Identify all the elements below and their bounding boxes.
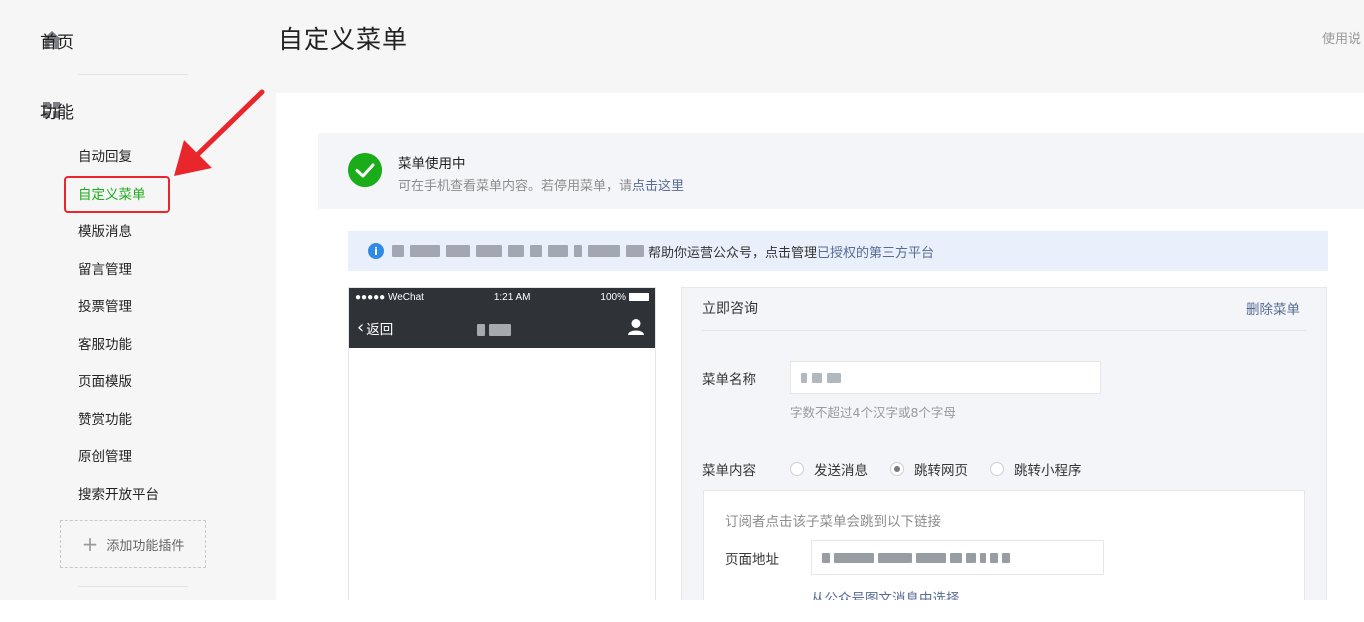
delete-menu-link[interactable]: 删除菜单 (1246, 298, 1300, 318)
radio-label: 跳转小程序 (1014, 463, 1082, 479)
menu-name-label: 菜单名称 (702, 372, 756, 388)
battery-icon (628, 293, 649, 302)
chevron-left-icon: ‹ (357, 317, 365, 338)
page-url-label: 页面地址 (725, 552, 779, 568)
sidebar-item-vote-management[interactable]: 投票管理 (78, 296, 159, 334)
info-icon: i (368, 243, 384, 259)
battery-level: 100% (600, 292, 626, 303)
phone-carrier: ●●●●● WeChat (355, 292, 424, 303)
divider (702, 330, 1306, 331)
link-description: 订阅者点击该子菜单会跳到以下链接 (725, 514, 941, 530)
third-party-info-bar: i 帮助你运营公众号，点击管理 已授权的第三方平台 (348, 231, 1328, 271)
status-subtitle-text: 可在手机查看菜单内容。若停用菜单，请 (398, 179, 633, 194)
status-title: 菜单使用中 (398, 156, 466, 172)
authorized-platforms-link[interactable]: 已授权的第三方平台 (817, 242, 934, 261)
radio-label: 跳转网页 (914, 463, 968, 479)
divider (78, 586, 188, 587)
radio-jump-webpage[interactable]: 跳转网页 (890, 459, 968, 479)
sidebar-function-label: 功能 (40, 102, 74, 123)
phone-back-button[interactable]: ‹ 返回 (357, 317, 394, 339)
sidebar-item-original-management[interactable]: 原创管理 (78, 446, 159, 484)
menu-content-label: 菜单内容 (702, 463, 756, 479)
sidebar-item-comment-management[interactable]: 留言管理 (78, 259, 159, 297)
sidebar-item-customer-service[interactable]: 客服功能 (78, 334, 159, 372)
disable-menu-link[interactable]: 点击这里 (632, 179, 684, 194)
add-plugin-label: 添加功能插件 (106, 538, 185, 554)
page-url-input[interactable] (811, 540, 1104, 575)
info-text: 帮助你运营公众号，点击管理 (648, 245, 818, 261)
check-circle-icon (348, 153, 382, 187)
phone-back-label: 返回 (366, 322, 394, 338)
phone-time: 1:21 AM (493, 292, 531, 303)
menu-item-title: 立即咨询 (702, 301, 758, 317)
menu-name-input[interactable] (790, 361, 1101, 394)
redacted-text (392, 245, 644, 257)
sidebar-item-page-template[interactable]: 页面模版 (78, 371, 159, 409)
redacted-account-name (477, 324, 511, 336)
radio-send-message[interactable]: 发送消息 (790, 459, 868, 479)
add-plugin-button[interactable]: + 添加功能插件 (60, 520, 206, 568)
help-link[interactable]: 使用说 (1322, 28, 1364, 47)
sidebar-section-function: 功能 (40, 98, 76, 123)
radio-circle (990, 462, 1004, 476)
radio-label: 发送消息 (814, 463, 868, 479)
sidebar-home-label: 首页 (40, 32, 74, 53)
radio-circle (790, 462, 804, 476)
page-title: 自定义菜单 (278, 25, 409, 54)
phone-preview: ●●●●● WeChat 1:21 AM 100% ‹ 返回 (348, 287, 656, 600)
sidebar-item-search-open-platform[interactable]: 搜索开放平台 (78, 484, 159, 522)
sidebar-item-template-message[interactable]: 模版消息 (78, 221, 159, 259)
menu-status-panel (318, 133, 1364, 209)
highlight-box (64, 176, 170, 213)
phone-status-bar: ●●●●● WeChat 1:21 AM 100% (355, 292, 649, 303)
select-from-articles-link[interactable]: 从公众号图文消息中选择 (811, 587, 960, 600)
radio-circle (890, 462, 904, 476)
menu-name-hint: 字数不超过4个汉字或8个字母 (790, 405, 956, 420)
divider (78, 74, 188, 75)
sidebar-item-home[interactable]: 首页 (40, 28, 76, 53)
sidebar-item-reward[interactable]: 赞赏功能 (78, 409, 159, 447)
user-icon[interactable] (627, 318, 645, 336)
phone-battery: 100% (600, 292, 649, 303)
plus-icon: + (81, 532, 99, 556)
app-frame: 首页 功能 自动回复 自定义菜单 模版消息 留言管理 投票管理 客服功能 页面模… (0, 0, 1364, 600)
phone-header: ●●●●● WeChat 1:21 AM 100% ‹ 返回 (349, 288, 655, 348)
red-arrow-icon (174, 89, 265, 176)
radio-jump-miniprogram[interactable]: 跳转小程序 (990, 459, 1082, 479)
status-subtitle: 可在手机查看菜单内容。若停用菜单，请点击这里 (398, 175, 684, 194)
